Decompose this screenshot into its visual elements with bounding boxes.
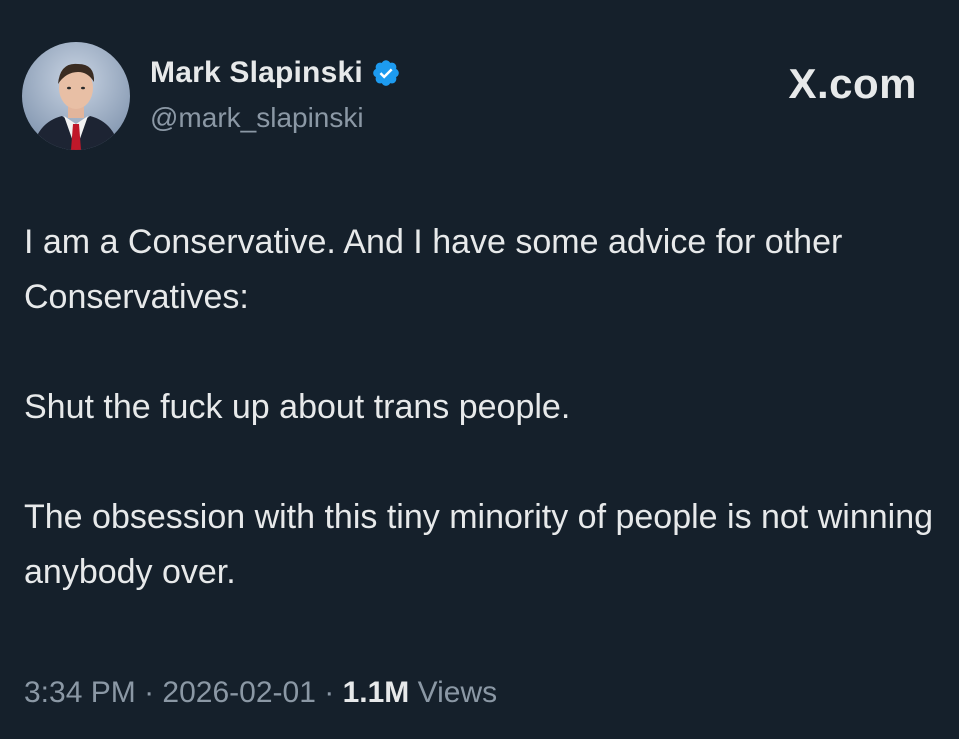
meta-separator: ·	[144, 676, 155, 709]
site-label: X.com	[788, 60, 917, 107]
tweet-time[interactable]: 3:34 PM	[24, 676, 136, 709]
tweet-paragraph: The obsession with this tiny minority of…	[24, 498, 934, 591]
tweet-paragraph: Shut the fuck up about trans people.	[24, 388, 571, 426]
display-name[interactable]: Mark Slapinski	[150, 56, 363, 90]
tweet-card: Mark Slapinski @mark_slapinski X.com I a…	[0, 0, 959, 739]
verified-badge-icon	[371, 58, 401, 88]
avatar-photo-icon	[22, 42, 130, 150]
tweet-text: I am a Conservative. And I have some adv…	[24, 215, 934, 600]
avatar[interactable]	[22, 42, 130, 150]
tweet-metadata: 3:34 PM · 2026-02-01 · 1.1M Views	[24, 676, 497, 710]
author-name-row: Mark Slapinski	[150, 56, 401, 90]
views-count[interactable]: 1.1M	[343, 676, 410, 709]
tweet-date[interactable]: 2026-02-01	[162, 676, 315, 709]
meta-separator: ·	[324, 676, 335, 709]
tweet-paragraph: I am a Conservative. And I have some adv…	[24, 223, 843, 316]
views-label: Views	[417, 676, 498, 709]
author-handle[interactable]: @mark_slapinski	[150, 102, 364, 134]
